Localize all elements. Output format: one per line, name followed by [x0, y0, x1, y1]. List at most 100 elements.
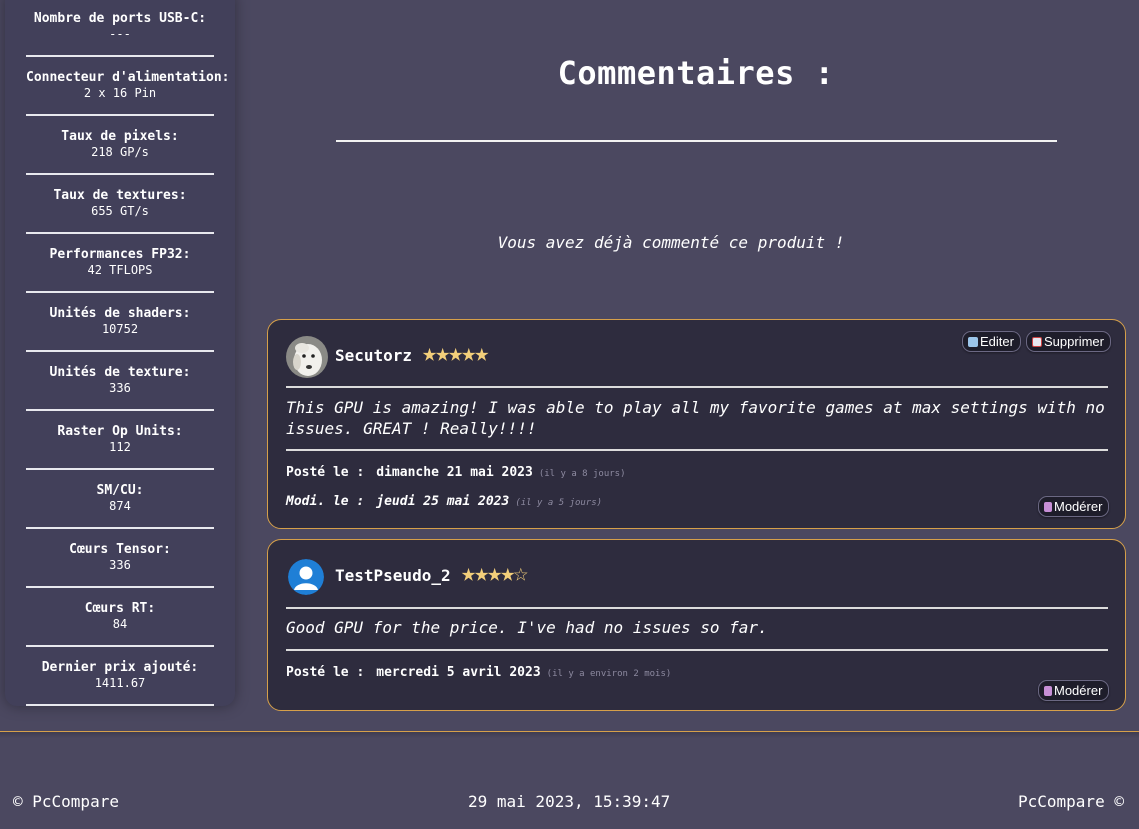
star-icon: ★	[461, 558, 476, 587]
star-icon: ★	[500, 558, 515, 587]
edit-button-label: Editer	[980, 334, 1014, 349]
spec-value: 1411.67	[94, 676, 146, 690]
footer-shadow	[0, 732, 1139, 738]
spec-label: SM/CU:	[96, 483, 144, 498]
spec-item: Cœurs Tensor: 336	[26, 542, 214, 588]
spec-item: Unités de texture: 336	[26, 365, 214, 411]
spec-value: ---	[109, 27, 131, 41]
spec-divider	[26, 468, 214, 470]
comment-divider	[286, 449, 1108, 451]
spec-label: Unités de shaders:	[49, 306, 191, 321]
footer-copyright-left: © PcCompare	[13, 792, 119, 811]
spec-item: Taux de textures: 655 GT/s	[26, 188, 214, 234]
spec-value: 655 GT/s	[91, 204, 149, 218]
spec-divider	[26, 586, 214, 588]
spec-item: Cœurs RT: 84	[26, 601, 214, 647]
spec-divider	[26, 645, 214, 647]
modified-date: jeudi 25 mai 2023	[376, 494, 510, 509]
moderate-button-label: Modérer	[1054, 683, 1103, 698]
posted-relative: (il y a environ 2 mois)	[546, 669, 672, 679]
spec-divider	[26, 291, 214, 293]
spec-divider	[26, 350, 214, 352]
spec-divider	[26, 114, 214, 116]
trash-icon	[1044, 685, 1052, 696]
spec-label: Nombre de ports USB-C:	[33, 11, 207, 26]
star-icon: ★	[474, 338, 489, 367]
edit-icon	[968, 336, 978, 347]
star-icon: ★	[461, 338, 476, 367]
spec-divider	[26, 55, 214, 57]
spec-value: 84	[112, 617, 128, 631]
moderate-button[interactable]: Modérer	[1038, 680, 1110, 701]
modified-date-row: Modi. le : jeudi 25 mai 2023 (il y a 5 jou…	[286, 494, 602, 509]
comment-text: This GPU is amazing! I was able to play …	[286, 398, 1105, 438]
spec-label: Performances FP32:	[49, 247, 191, 262]
spec-value: 42 TFLOPS	[87, 263, 153, 277]
spec-divider	[26, 173, 214, 175]
spec-label: Taux de pixels:	[61, 129, 179, 144]
spec-item: Performances FP32: 42 TFLOPS	[26, 247, 214, 293]
footer-copyright-right: PcCompare ©	[1018, 792, 1124, 811]
spec-item: Connecteur d'alimentation: 2 x 16 Pin	[26, 70, 230, 116]
comment-card: TestPseudo_2 ★★★★☆ Good GPU for the pric…	[267, 539, 1126, 711]
spec-value: 218 GP/s	[91, 145, 149, 159]
rating-stars: ★★★★☆	[461, 558, 528, 587]
modified-relative: (il y a 5 jours)	[515, 498, 603, 508]
spec-divider	[26, 232, 214, 234]
delete-icon	[1032, 336, 1042, 347]
spec-value: 112	[109, 440, 131, 454]
page-title: Commentaires :	[557, 54, 835, 92]
modified-label: Modi. le :	[286, 494, 365, 509]
comment-text: Good GPU for the price. I've had no issu…	[286, 618, 768, 637]
spec-label: Cœurs Tensor:	[69, 542, 171, 557]
user-avatar	[288, 559, 324, 595]
spec-value: 336	[109, 381, 131, 395]
star-icon: ★	[487, 558, 502, 587]
posted-date: mercredi 5 avril 2023	[376, 665, 541, 680]
footer-timestamp: 29 mai 2023, 15:39:47	[468, 792, 671, 811]
spec-item: SM/CU: 874	[26, 483, 214, 529]
posted-date: dimanche 21 mai 2023	[376, 465, 533, 480]
spec-label: Unités de texture:	[49, 365, 191, 380]
spec-value: 10752	[101, 322, 139, 336]
moderate-button-label: Modérer	[1054, 499, 1103, 514]
spec-label: Raster Op Units:	[57, 424, 183, 439]
posted-date-row: Posté le : dimanche 21 mai 2023 (il y a 8 …	[286, 465, 626, 480]
delete-button[interactable]: Supprimer	[1026, 331, 1111, 352]
page: Nombre de ports USB-C: --- Connecteur d'al…	[0, 0, 1139, 829]
spec-label: Connecteur d'alimentation:	[26, 70, 230, 85]
spec-value: 874	[109, 499, 131, 513]
spec-label: Taux de textures:	[53, 188, 187, 203]
comment-divider	[286, 607, 1108, 609]
spec-item: Taux de pixels: 218 GP/s	[26, 129, 214, 175]
spec-value: 2 x 16 Pin	[83, 86, 157, 100]
spec-item: Unités de shaders: 10752	[26, 306, 214, 352]
star-icon: ★	[448, 338, 463, 367]
edit-button[interactable]: Editer	[962, 331, 1021, 352]
star-icon: ★	[422, 338, 437, 367]
comment-card: Secutorz ★★★★★ Editer Supprimer This GPU…	[267, 319, 1126, 529]
specs-sidebar: Nombre de ports USB-C: --- Connecteur d'al…	[5, 0, 235, 706]
delete-button-label: Supprimer	[1044, 334, 1104, 349]
star-icon: ★	[435, 338, 450, 367]
spec-divider	[26, 527, 214, 529]
comment-divider	[286, 386, 1108, 388]
star-icon: ★	[474, 558, 489, 587]
spec-value: 336	[109, 558, 131, 572]
comment-divider	[286, 649, 1108, 651]
spec-divider	[26, 409, 214, 411]
posted-relative: (il y a 8 jours)	[538, 469, 626, 479]
rating-stars: ★★★★★	[422, 338, 489, 367]
posted-label: Posté le :	[286, 665, 365, 680]
star-outline-icon: ☆	[513, 558, 528, 587]
moderate-button[interactable]: Modérer	[1038, 496, 1110, 517]
user-avatar	[286, 336, 328, 378]
comment-author: TestPseudo_2	[335, 566, 451, 585]
spec-item: Nombre de ports USB-C: ---	[26, 11, 214, 57]
spec-item: Raster Op Units: 112	[26, 424, 214, 470]
spec-label: Dernier prix ajouté:	[41, 660, 199, 675]
posted-label: Posté le :	[286, 465, 365, 480]
spec-divider	[26, 704, 214, 706]
trash-icon	[1044, 501, 1052, 512]
already-commented-notice: Vous avez déjà commenté ce produit !	[497, 233, 845, 252]
